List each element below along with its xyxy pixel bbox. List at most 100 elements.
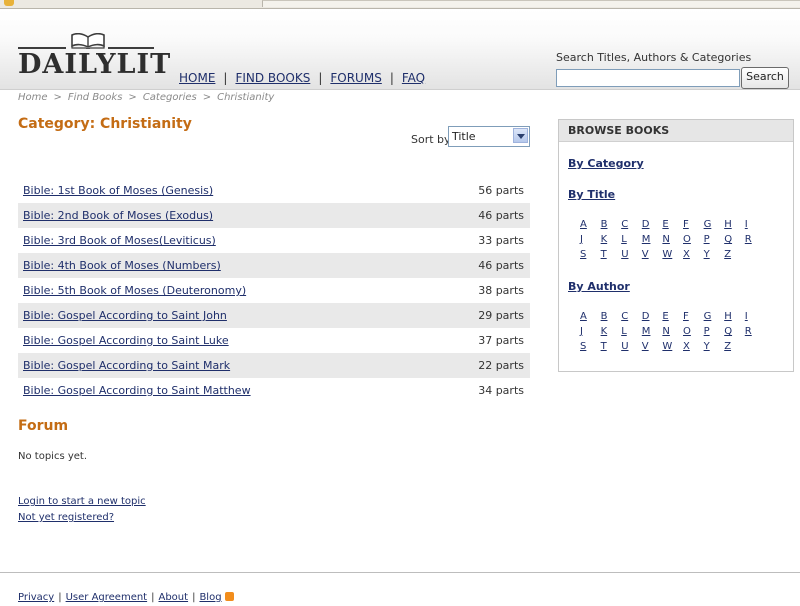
- title-letter-link[interactable]: N: [662, 234, 669, 245]
- author-letter-link[interactable]: D: [642, 311, 650, 322]
- book-parts-count: 56 parts: [478, 184, 524, 197]
- title-letter-link[interactable]: F: [683, 219, 689, 230]
- author-letter-link[interactable]: A: [580, 311, 587, 322]
- nav-faq[interactable]: FAQ: [402, 71, 425, 85]
- search-input[interactable]: [556, 69, 740, 87]
- footer-about-link[interactable]: About: [158, 592, 188, 603]
- author-letter-link[interactable]: N: [662, 326, 669, 337]
- book-title-link[interactable]: Bible: 1st Book of Moses (Genesis): [23, 184, 213, 197]
- title-letter-link[interactable]: Z: [724, 249, 731, 260]
- title-letter-link[interactable]: V: [642, 249, 649, 260]
- book-title-link[interactable]: Bible: 5th Book of Moses (Deuteronomy): [23, 284, 246, 297]
- sort-select[interactable]: Title: [448, 126, 530, 147]
- main-nav: HOME | FIND BOOKS | FORUMS | FAQ: [179, 71, 425, 85]
- author-letter-link[interactable]: F: [683, 311, 689, 322]
- book-parts-count: 37 parts: [478, 334, 524, 347]
- breadcrumb-current: Christianity: [217, 92, 275, 103]
- title-letter-link[interactable]: X: [683, 249, 690, 260]
- author-letter-link[interactable]: R: [745, 326, 752, 337]
- footer-user-agreement-link[interactable]: User Agreement: [66, 592, 148, 603]
- breadcrumb-categories[interactable]: Categories: [143, 92, 197, 103]
- title-letter-link[interactable]: A: [580, 219, 587, 230]
- browse-by-category-link[interactable]: By Category: [568, 157, 644, 170]
- browser-address-strip: [262, 0, 800, 7]
- nav-separator: |: [389, 71, 394, 85]
- title-letter-link[interactable]: S: [580, 249, 586, 260]
- title-letter-link[interactable]: K: [601, 234, 608, 245]
- title-letter-link[interactable]: H: [724, 219, 732, 230]
- search-button[interactable]: Search: [741, 67, 789, 89]
- breadcrumb-find-books[interactable]: Find Books: [68, 92, 123, 103]
- author-letter-link[interactable]: O: [683, 326, 691, 337]
- author-letter-link[interactable]: H: [724, 311, 732, 322]
- author-letter-link[interactable]: T: [601, 341, 607, 352]
- author-letter-link[interactable]: U: [621, 341, 628, 352]
- author-letter-link[interactable]: P: [704, 326, 710, 337]
- nav-forums[interactable]: FORUMS: [330, 71, 381, 85]
- author-letter-link[interactable]: G: [704, 311, 712, 322]
- title-letter-link[interactable]: O: [683, 234, 691, 245]
- title-letter-link[interactable]: Q: [724, 234, 732, 245]
- author-letter-link[interactable]: M: [642, 326, 651, 337]
- browse-by-author-link[interactable]: By Author: [568, 280, 630, 293]
- breadcrumb-separator: >: [53, 92, 62, 103]
- browser-icon: [4, 0, 14, 6]
- author-letter-link[interactable]: B: [601, 311, 608, 322]
- title-letter-link[interactable]: T: [601, 249, 607, 260]
- nav-home[interactable]: HOME: [179, 71, 215, 85]
- book-title-link[interactable]: Bible: 3rd Book of Moses(Leviticus): [23, 234, 216, 247]
- book-row: Bible: 3rd Book of Moses(Leviticus) 33 pa…: [18, 228, 530, 253]
- author-letter-link[interactable]: Z: [724, 341, 731, 352]
- footer-blog-link[interactable]: Blog: [199, 592, 221, 603]
- login-new-topic-link[interactable]: Login to start a new topic: [18, 496, 146, 507]
- author-letter-link[interactable]: Q: [724, 326, 732, 337]
- title-letter-link[interactable]: J: [580, 234, 583, 245]
- register-link[interactable]: Not yet registered?: [18, 512, 114, 523]
- author-letter-link[interactable]: S: [580, 341, 586, 352]
- rss-icon[interactable]: [224, 592, 234, 601]
- author-letter-link[interactable]: W: [662, 341, 672, 352]
- chevron-down-icon[interactable]: [513, 128, 528, 143]
- book-title-link[interactable]: Bible: Gospel According to Saint John: [23, 309, 227, 322]
- author-letter-link[interactable]: L: [621, 326, 627, 337]
- title-letter-link[interactable]: G: [704, 219, 712, 230]
- title-letter-link[interactable]: W: [662, 249, 672, 260]
- footer-divider: [0, 572, 800, 573]
- footer-separator: |: [151, 592, 155, 603]
- author-letter-link[interactable]: Y: [704, 341, 710, 352]
- title-letter-link[interactable]: I: [745, 219, 748, 230]
- author-letter-link[interactable]: V: [642, 341, 649, 352]
- footer-separator: |: [192, 592, 196, 603]
- title-letter-link[interactable]: E: [662, 219, 668, 230]
- dailylit-logo[interactable]: DAILYLIT: [18, 33, 170, 83]
- author-letter-link[interactable]: J: [580, 326, 583, 337]
- book-title-link[interactable]: Bible: 4th Book of Moses (Numbers): [23, 259, 221, 272]
- title-letter-link[interactable]: Y: [704, 249, 710, 260]
- search-label: Search Titles, Authors & Categories: [556, 51, 752, 64]
- nav-separator: |: [223, 71, 228, 85]
- browse-by-title-link[interactable]: By Title: [568, 188, 615, 201]
- nav-find-books[interactable]: FIND BOOKS: [235, 71, 310, 85]
- book-title-link[interactable]: Bible: Gospel According to Saint Mark: [23, 359, 230, 372]
- title-letter-link[interactable]: U: [621, 249, 628, 260]
- title-letter-link[interactable]: M: [642, 234, 651, 245]
- book-title-link[interactable]: Bible: Gospel According to Saint Luke: [23, 334, 229, 347]
- title-letter-link[interactable]: B: [601, 219, 608, 230]
- breadcrumb-home[interactable]: Home: [18, 92, 48, 103]
- author-letter-link[interactable]: E: [662, 311, 668, 322]
- footer-privacy-link[interactable]: Privacy: [18, 592, 54, 603]
- title-letter-link[interactable]: D: [642, 219, 650, 230]
- book-parts-count: 22 parts: [478, 359, 524, 372]
- book-title-link[interactable]: Bible: 2nd Book of Moses (Exodus): [23, 209, 213, 222]
- logo-text: DAILYLIT: [18, 49, 172, 80]
- nav-separator: |: [318, 71, 323, 85]
- author-letter-link[interactable]: K: [601, 326, 608, 337]
- title-letter-link[interactable]: C: [621, 219, 628, 230]
- title-letter-link[interactable]: L: [621, 234, 627, 245]
- book-title-link[interactable]: Bible: Gospel According to Saint Matthew: [23, 384, 251, 397]
- author-letter-link[interactable]: C: [621, 311, 628, 322]
- title-letter-link[interactable]: P: [704, 234, 710, 245]
- author-letter-link[interactable]: X: [683, 341, 690, 352]
- author-letter-link[interactable]: I: [745, 311, 748, 322]
- title-letter-link[interactable]: R: [745, 234, 752, 245]
